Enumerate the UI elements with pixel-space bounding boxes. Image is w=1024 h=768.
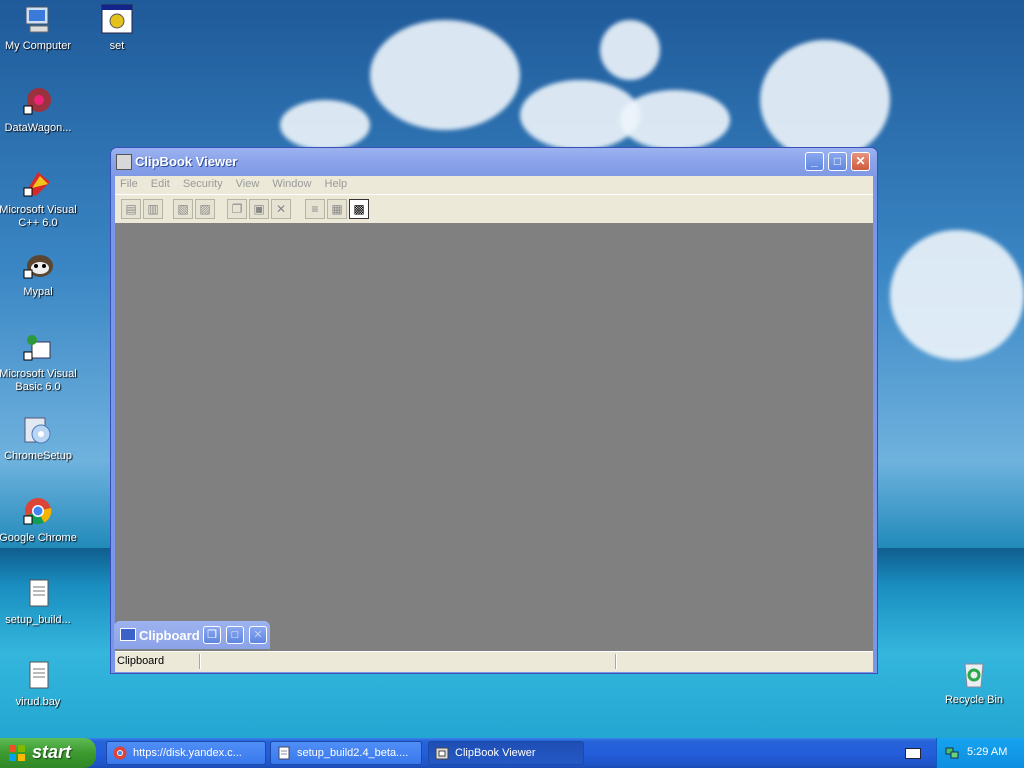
menu-security[interactable]: Security: [178, 176, 228, 192]
mypal-browser-icon: [22, 250, 54, 282]
chrome-setup-icon: [22, 414, 54, 446]
desktop-icon-label: Microsoft Visual Basic 6.0: [0, 368, 77, 393]
status-divider: [199, 654, 201, 669]
menu-window[interactable]: Window: [267, 176, 316, 192]
menu-help[interactable]: Help: [320, 176, 353, 192]
desktop-icon-visual-basic[interactable]: Microsoft Visual Basic 6.0: [0, 332, 78, 394]
desktop-icon-setup-build[interactable]: setup_build...: [0, 578, 78, 627]
taskbar-item-label: ClipBook Viewer: [455, 747, 536, 759]
setup-exe-icon: [101, 4, 133, 36]
taskbar-item-label: setup_build2.4_beta....: [297, 747, 409, 759]
start-button[interactable]: start: [0, 738, 96, 768]
desktop-icon-datawagon[interactable]: DataWagon...: [0, 86, 78, 135]
delete-button[interactable]: ✕: [271, 199, 291, 219]
desktop-icon-chromesetup[interactable]: ChromeSetup: [0, 414, 78, 463]
paste-button[interactable]: ▣: [249, 199, 269, 219]
stop-sharing-button[interactable]: ▨: [195, 199, 215, 219]
notepad-icon: [278, 746, 290, 760]
chrome-icon: [113, 746, 127, 760]
restore-button[interactable]: ❐: [203, 626, 221, 644]
desktop-icon-label: ChromeSetup: [4, 450, 72, 462]
clipbook-viewer-window[interactable]: ClipBook Viewer _ □ ✕ File Edit Security…: [111, 148, 877, 673]
computer-icon: [22, 4, 54, 36]
menu-view[interactable]: View: [231, 176, 265, 192]
mdi-client-area[interactable]: [115, 223, 873, 651]
window-icon: [120, 628, 136, 641]
taskbar: start https://disk.yandex.c... setup_bui…: [0, 738, 1024, 768]
close-button[interactable]: ✕: [851, 152, 870, 171]
menu-file[interactable]: File: [115, 176, 143, 192]
desktop-icon-set[interactable]: set: [77, 4, 157, 53]
taskbar-item-chrome[interactable]: https://disk.yandex.c...: [106, 741, 266, 765]
thumbnails-button[interactable]: ▦: [327, 199, 347, 219]
desktop-icon-google-chrome[interactable]: Google Chrome: [0, 496, 78, 545]
visual-cpp-icon: [22, 168, 54, 200]
network-icon[interactable]: [945, 745, 959, 759]
close-button[interactable]: ✕: [249, 626, 267, 644]
visual-basic-icon: [22, 332, 54, 364]
desktop-icon-label: My Computer: [4, 40, 72, 52]
desktop-icon-label: Google Chrome: [0, 532, 77, 544]
recycle-bin-icon: [958, 658, 990, 690]
taskbar-item-clipbook[interactable]: ClipBook Viewer: [428, 741, 584, 765]
status-text: Clipboard: [117, 655, 165, 667]
clipbook-icon: [116, 154, 132, 170]
text-file-icon: [22, 660, 54, 692]
desktop-icon-my-computer[interactable]: My Computer: [0, 4, 78, 53]
datawagon-icon: [22, 86, 54, 118]
desktop-icon-label: Microsoft Visual C++ 6.0: [0, 204, 77, 229]
copy-button[interactable]: ❐: [227, 199, 247, 219]
disconnect-button[interactable]: ▥: [143, 199, 163, 219]
keyboard-layout-icon[interactable]: [905, 748, 921, 759]
taskbar-item-notepad[interactable]: setup_build2.4_beta....: [270, 741, 422, 765]
desktop-icon-label: setup_build...: [5, 614, 71, 626]
share-button[interactable]: ▧: [173, 199, 193, 219]
windows-logo-icon: [9, 745, 25, 761]
system-tray: 5:29 AM: [936, 738, 1024, 768]
menu-bar: File Edit Security View Window Help: [115, 176, 873, 194]
title-bar[interactable]: ClipBook Viewer _ □ ✕: [111, 148, 877, 176]
maximize-button[interactable]: □: [828, 152, 847, 171]
maximize-button[interactable]: □: [226, 626, 244, 644]
desktop-icon-label: DataWagon...: [4, 122, 72, 134]
clipbook-icon: [435, 747, 449, 760]
status-divider: [615, 654, 617, 669]
desktop-icon-recycle-bin[interactable]: Recycle Bin: [934, 658, 1014, 707]
taskbar-item-label: https://disk.yandex.c...: [133, 747, 242, 759]
desktop-icon-label: virud.bay: [15, 696, 61, 708]
window-title: ClipBook Viewer: [135, 154, 238, 169]
clipboard-window-title: Clipboard: [139, 628, 200, 643]
desktop-icon-label: set: [109, 40, 125, 52]
start-label: start: [32, 742, 72, 762]
table-of-contents-button[interactable]: ≡: [305, 199, 325, 219]
desktop-icon-label: Recycle Bin: [944, 694, 1004, 706]
clipboard-minimized-window[interactable]: Clipboard ❐ □ ✕: [114, 621, 270, 649]
toolbar: ▤ ▥ ▧ ▨ ❐ ▣ ✕ ≡ ▦ ▩: [115, 194, 873, 224]
desktop-icon-virud[interactable]: virud.bay: [0, 660, 78, 709]
menu-edit[interactable]: Edit: [146, 176, 175, 192]
desktop-icon-visual-cpp[interactable]: Microsoft Visual C++ 6.0: [0, 168, 78, 230]
minimize-button[interactable]: _: [805, 152, 824, 171]
status-bar: Clipboard: [115, 651, 873, 672]
text-file-icon: [22, 578, 54, 610]
connect-button[interactable]: ▤: [121, 199, 141, 219]
full-page-button[interactable]: ▩: [349, 199, 369, 219]
desktop-icon-label: Mypal: [23, 286, 53, 298]
chrome-icon: [22, 496, 54, 528]
desktop-icon-mypal[interactable]: Mypal: [0, 250, 78, 299]
clock[interactable]: 5:29 AM: [967, 746, 1007, 758]
